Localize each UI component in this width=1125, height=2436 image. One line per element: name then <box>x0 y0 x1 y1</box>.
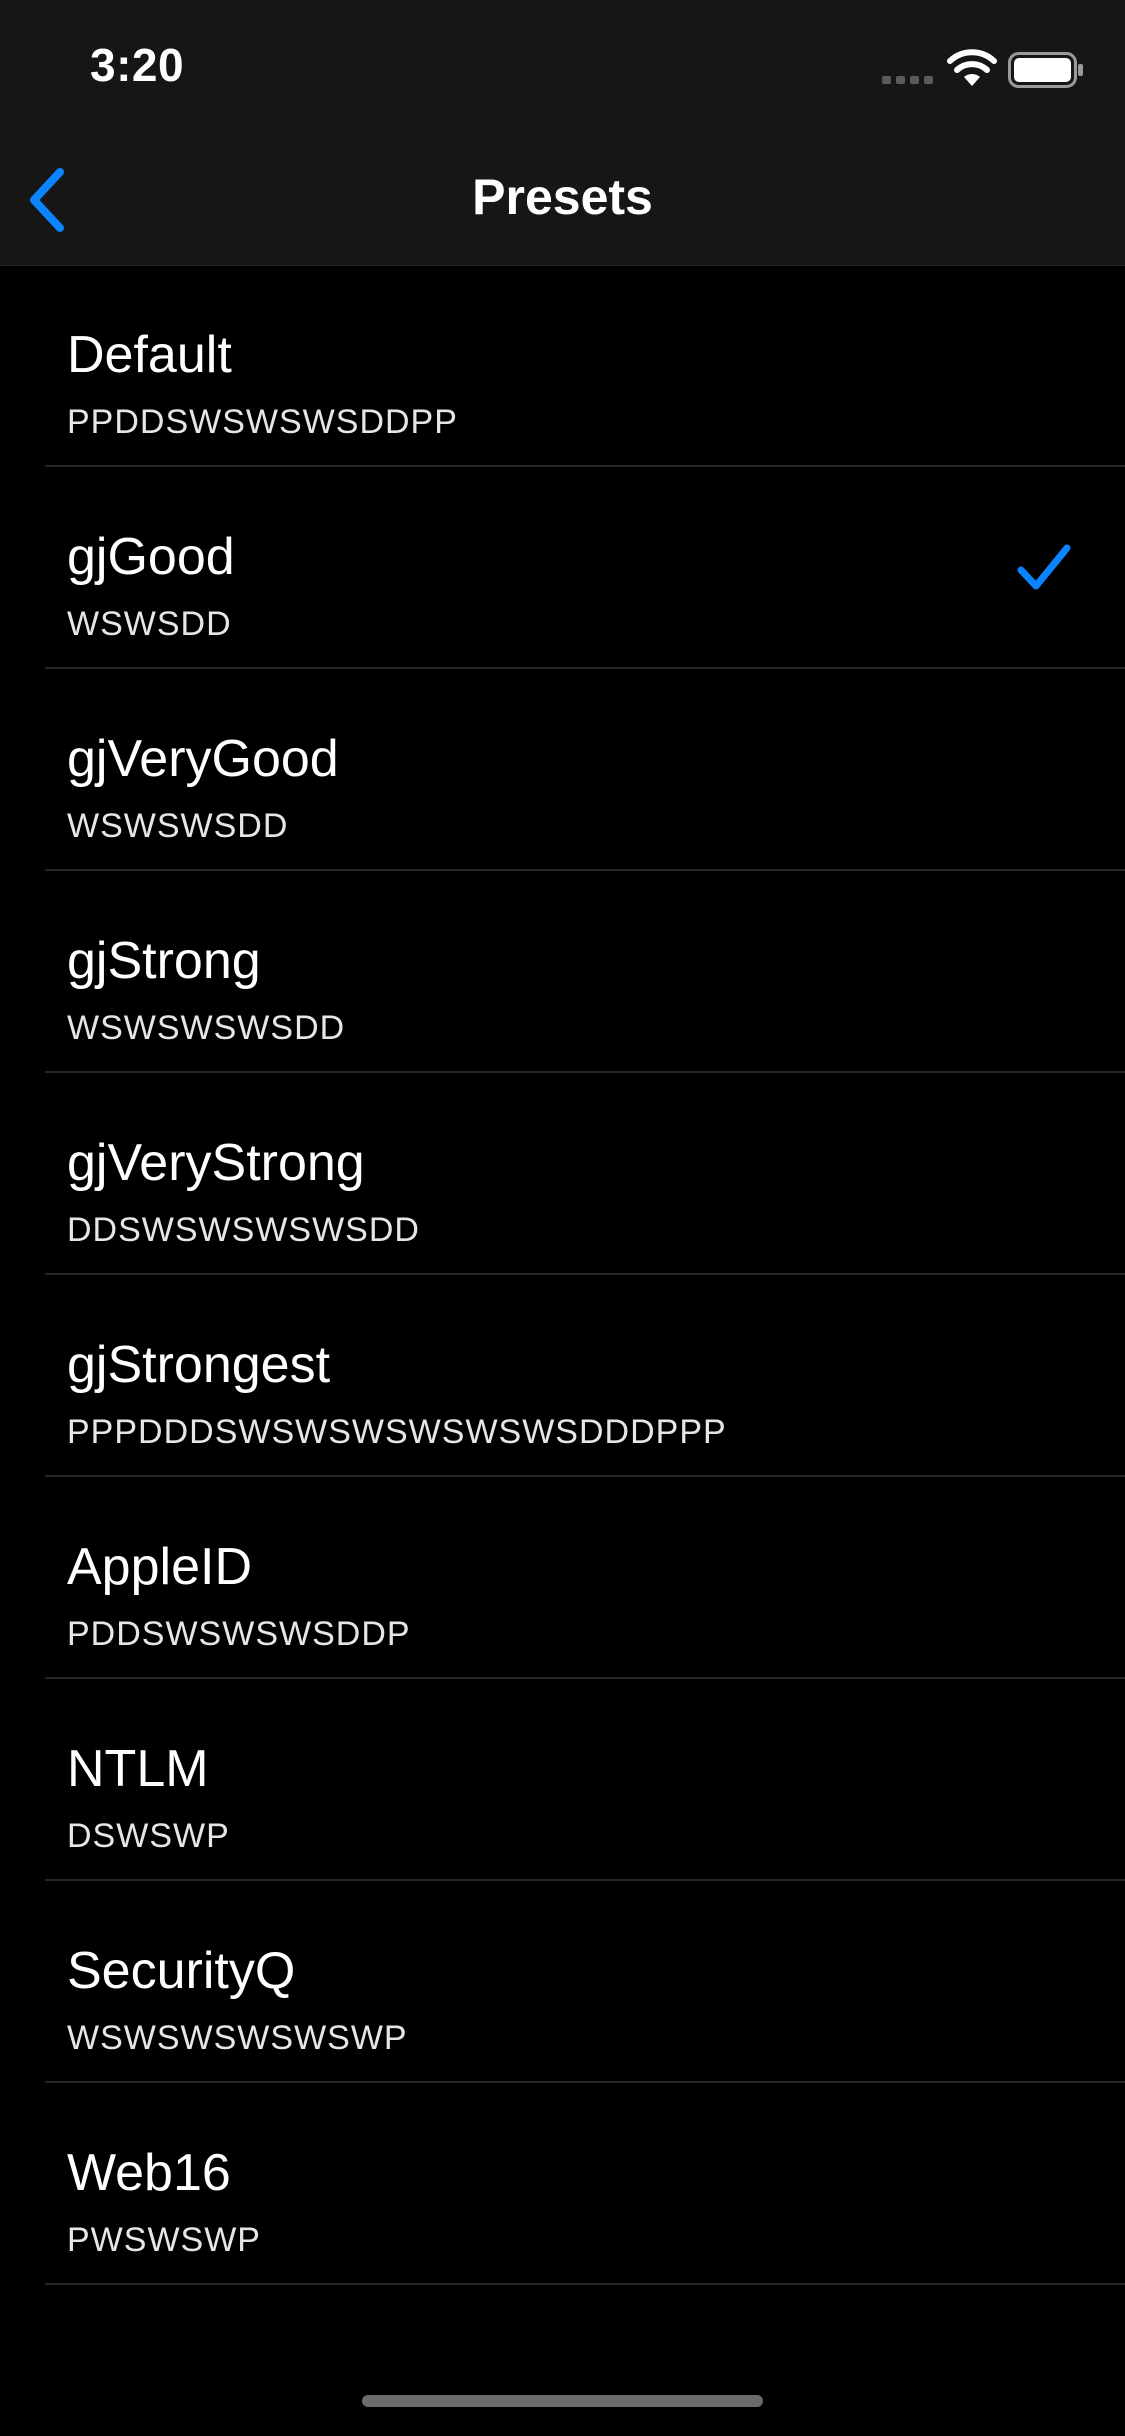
preset-pattern: PPPDDDSWSWSWSWSWSWSDDDPPP <box>67 1413 727 1451</box>
preset-name: gjGood <box>67 528 235 586</box>
preset-name: gjStrong <box>67 932 261 990</box>
preset-name: gjVeryGood <box>67 730 339 788</box>
wifi-icon <box>947 49 997 86</box>
home-indicator[interactable] <box>362 2395 763 2407</box>
preset-name: gjVeryStrong <box>67 1134 365 1192</box>
preset-row-gjverygood[interactable]: gjVeryGood WSWSWSDD <box>0 669 1125 871</box>
preset-name: gjStrongest <box>67 1336 331 1394</box>
preset-name: AppleID <box>67 1538 252 1596</box>
page-title: Presets <box>472 169 653 225</box>
cellular-signal-icon <box>882 76 933 84</box>
preset-row-web16[interactable]: Web16 PWSWSWP <box>0 2083 1125 2285</box>
preset-name: Web16 <box>67 2144 231 2202</box>
preset-row-gjstrongest[interactable]: gjStrongest PPPDDDSWSWSWSWSWSWSDDDPPP <box>0 1275 1125 1477</box>
preset-name: Default <box>67 326 232 384</box>
preset-row-gjgood[interactable]: gjGood WSWSDD <box>0 467 1125 669</box>
battery-icon <box>1008 52 1083 88</box>
preset-row-securityq[interactable]: SecurityQ WSWSWSWSWSWP <box>0 1881 1125 2083</box>
preset-row-gjverystrong[interactable]: gjVeryStrong DDSWSWSWSWSDD <box>0 1073 1125 1275</box>
navigation-bar: 3:20 Presets <box>0 0 1125 266</box>
preset-pattern: PPDDSWSWSWSDDPP <box>67 403 458 441</box>
preset-row-appleid[interactable]: AppleID PDDSWSWSWSDDP <box>0 1477 1125 1679</box>
preset-pattern: PWSWSWP <box>67 2221 261 2259</box>
preset-row-ntlm[interactable]: NTLM DSWSWP <box>0 1679 1125 1881</box>
preset-pattern: WSWSDD <box>67 605 232 643</box>
checkmark-icon <box>1017 544 1071 590</box>
preset-row-default[interactable]: Default PPDDSWSWSWSDDPP <box>0 265 1125 467</box>
preset-pattern: PDDSWSWSWSDDP <box>67 1615 411 1653</box>
status-time: 3:20 <box>90 39 185 91</box>
preset-name: NTLM <box>67 1740 209 1798</box>
preset-name: SecurityQ <box>67 1942 296 2000</box>
preset-row-gjstrong[interactable]: gjStrong WSWSWSWSDD <box>0 871 1125 1073</box>
preset-pattern: WSWSWSDD <box>67 807 289 845</box>
presets-list: Default PPDDSWSWSWSDDPP gjGood WSWSDD gj… <box>0 265 1125 2285</box>
preset-pattern: DSWSWP <box>67 1817 230 1855</box>
preset-pattern: WSWSWSWSWSWP <box>67 2019 408 2057</box>
preset-pattern: WSWSWSWSDD <box>67 1009 346 1047</box>
preset-pattern: DDSWSWSWSWSDD <box>67 1211 420 1249</box>
